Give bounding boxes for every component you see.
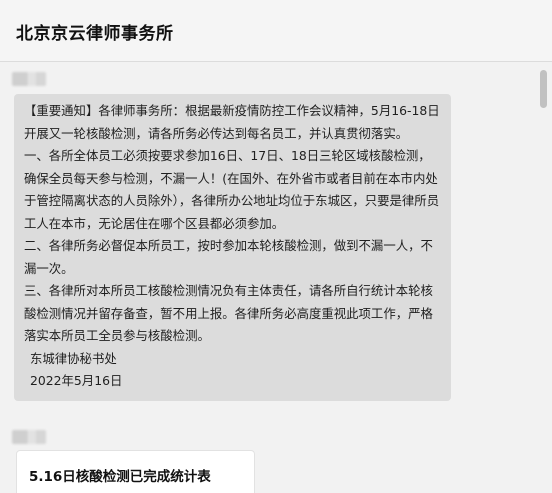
scrollbar-thumb[interactable] (540, 70, 547, 108)
chat-window: 北京京云律师事务所 【重要通知】各律师事务所：根据最新疫情防控工作会议精神，5月… (0, 0, 552, 493)
scrollbar[interactable] (536, 62, 552, 493)
notice-item-2: 二、各律所务必督促本所员工，按时参加本轮核酸检测，做到不漏一人，不漏一次。 (24, 238, 433, 276)
notice-date: 2022年5月16日 (30, 373, 123, 388)
chat-header: 北京京云律师事务所 (0, 0, 552, 62)
notice-item-3: 三、各律所对本所员工核酸检测情况负有主体责任，请各所自行统计本轮核酸检测情况并留… (24, 283, 433, 343)
file-card-title: 5.16日核酸检测已完成统计表 (29, 469, 211, 485)
file-card[interactable]: 5.16日核酸检测已完成统计表 (16, 450, 255, 493)
notice-intro: 【重要通知】各律师事务所：根据最新疫情防控工作会议精神，5月16-18日开展又一… (24, 103, 440, 141)
notice-signature: 东城律协秘书处 (30, 350, 117, 366)
message-list[interactable]: 【重要通知】各律师事务所：根据最新疫情防控工作会议精神，5月16-18日开展又一… (0, 62, 536, 493)
sender-avatar-name-blurred (12, 72, 46, 86)
message-bubble-notice[interactable]: 【重要通知】各律师事务所：根据最新疫情防控工作会议精神，5月16-18日开展又一… (14, 94, 451, 401)
sender-avatar-name-blurred (12, 430, 46, 444)
chat-title: 北京京云律师事务所 (16, 24, 174, 44)
notice-item-1: 一、各所全体员工必须按要求参加16日、17日、18日三轮区域核酸检测，确保全员每… (24, 148, 440, 231)
